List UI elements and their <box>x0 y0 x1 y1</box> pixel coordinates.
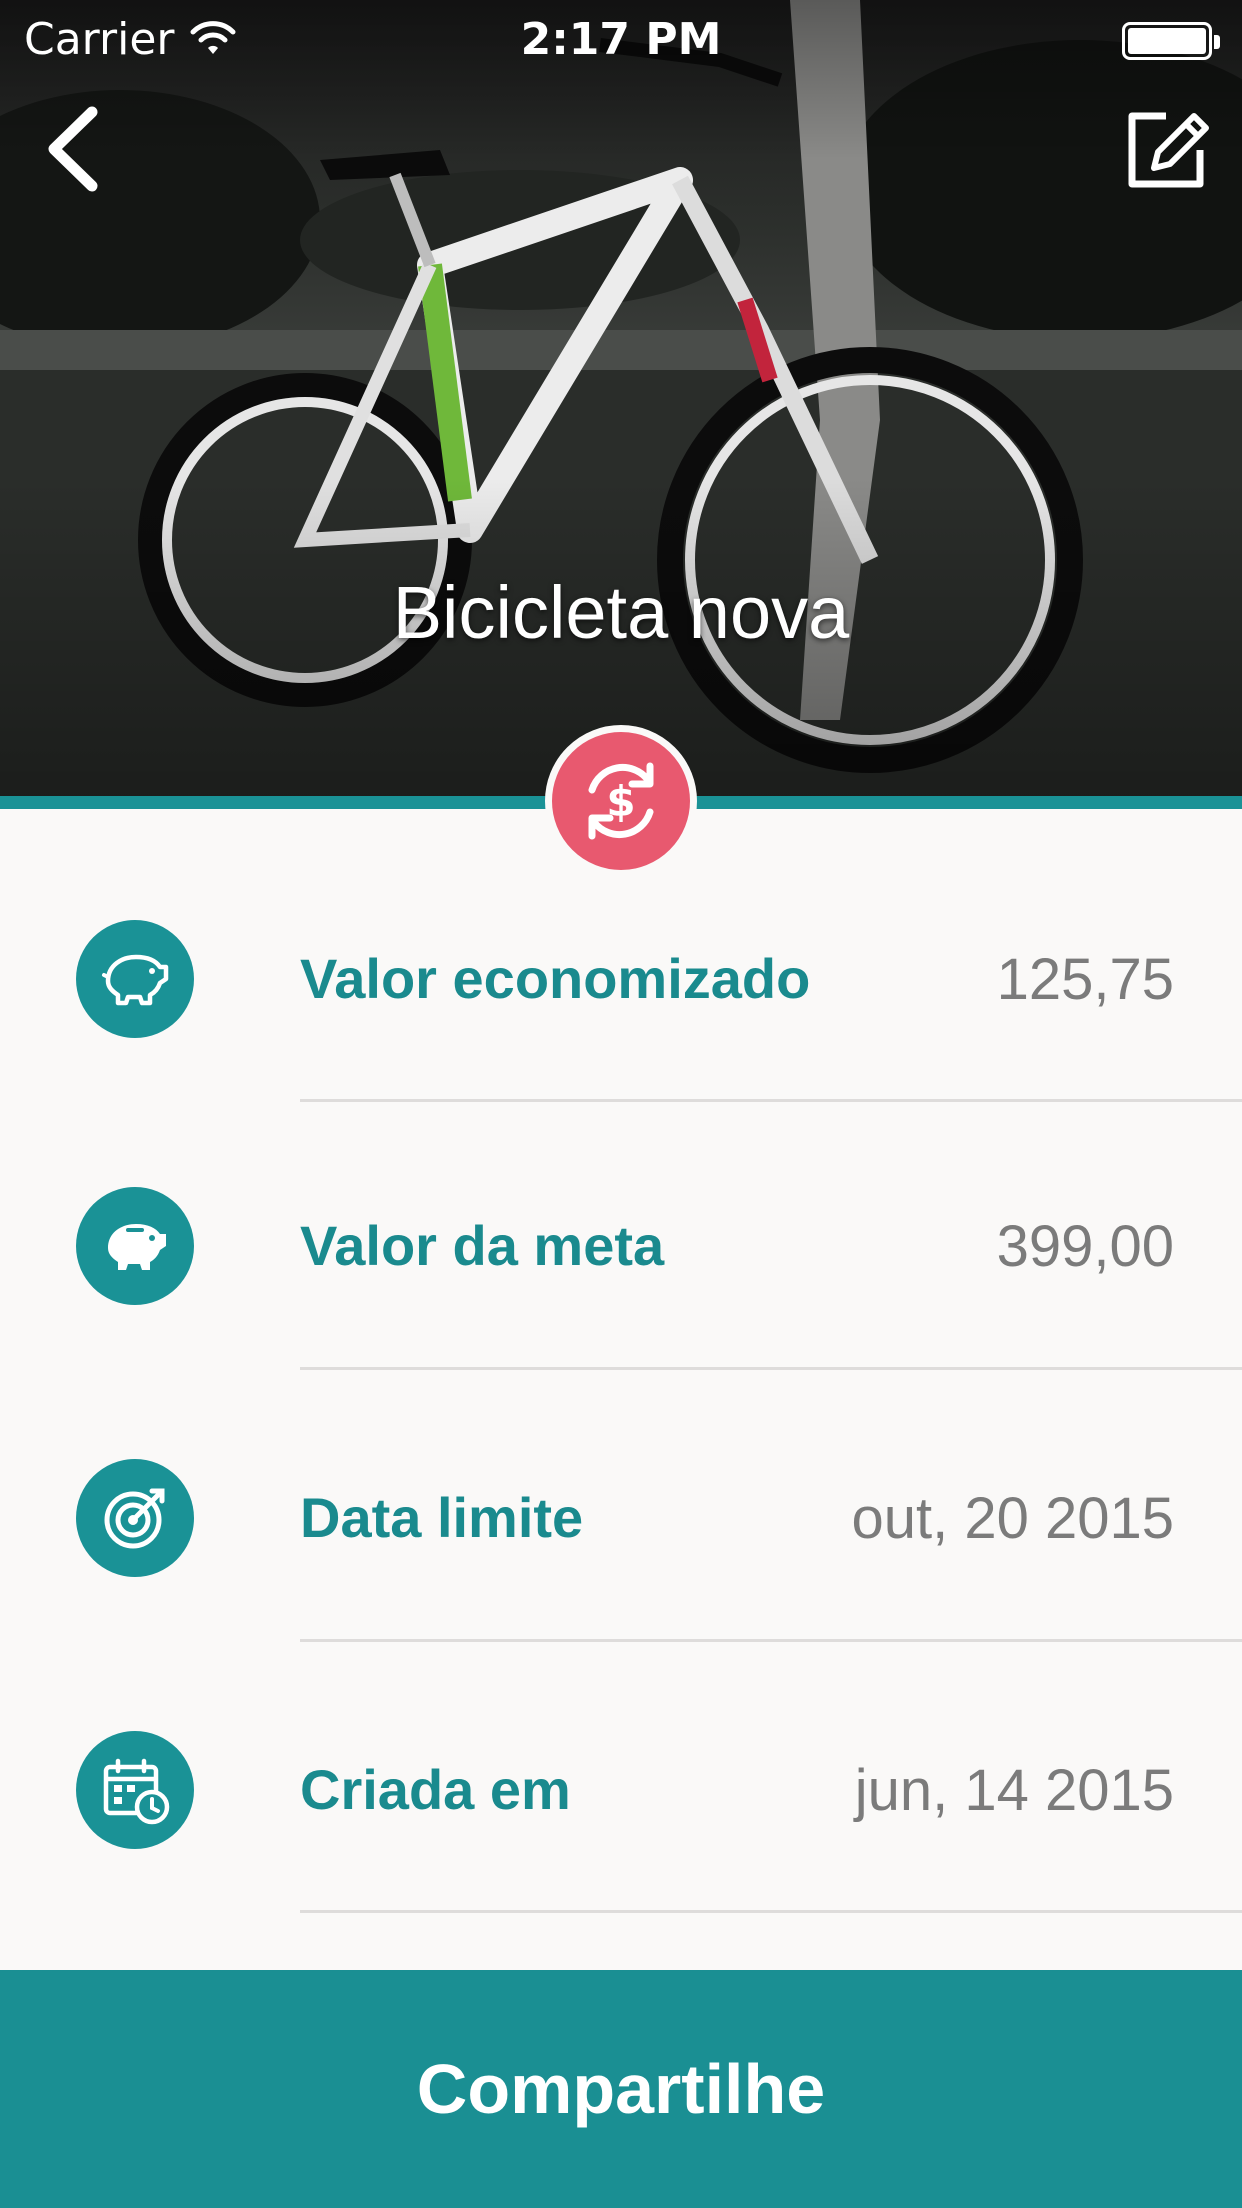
battery-icon <box>1122 22 1220 60</box>
row-value: out, 20 2015 <box>851 1486 1174 1551</box>
goal-title: Bicicleta nova <box>392 571 850 654</box>
target-icon <box>76 1459 194 1577</box>
list-item-goal-amount: Valor da meta 399,00 <box>0 1181 1242 1311</box>
divider <box>300 1910 1242 1913</box>
calendar-clock-icon <box>76 1731 194 1849</box>
piggy-bank-filled-icon <box>76 1187 194 1305</box>
row-value: 125,75 <box>996 947 1174 1012</box>
divider <box>300 1099 1242 1102</box>
list-item-deadline: Data limite out, 20 2015 <box>0 1453 1242 1583</box>
edit-pencil-icon[interactable] <box>1122 104 1212 194</box>
share-button[interactable]: Compartilhe <box>0 1970 1242 2208</box>
money-exchange-icon: $ <box>588 762 654 840</box>
status-bar: Carrier 2:17 PM <box>0 0 1242 80</box>
share-button-label: Compartilhe <box>416 2050 826 2128</box>
row-label: Valor da meta <box>300 1214 665 1277</box>
row-value: 399,00 <box>996 1214 1174 1279</box>
piggy-bank-outline-icon <box>76 920 194 1038</box>
svg-text:$: $ <box>606 777 635 826</box>
chevron-left-icon[interactable] <box>40 104 110 194</box>
divider <box>300 1639 1242 1642</box>
hero-banner: Carrier 2:17 PM Bicicleta nova <box>0 0 1242 796</box>
status-time: 2:17 PM <box>520 14 722 65</box>
hero-shade <box>0 0 1242 796</box>
row-label: Valor economizado <box>300 947 811 1010</box>
goal-badge: $ <box>545 725 697 877</box>
row-label: Criada em <box>300 1758 571 1821</box>
list-item-saved-amount: Valor economizado 125,75 <box>0 914 1242 1044</box>
row-value: jun, 14 2015 <box>854 1758 1174 1823</box>
list-item-created-at: Criada em jun, 14 2015 <box>0 1725 1242 1855</box>
divider <box>300 1367 1242 1370</box>
row-label: Data limite <box>300 1486 584 1549</box>
